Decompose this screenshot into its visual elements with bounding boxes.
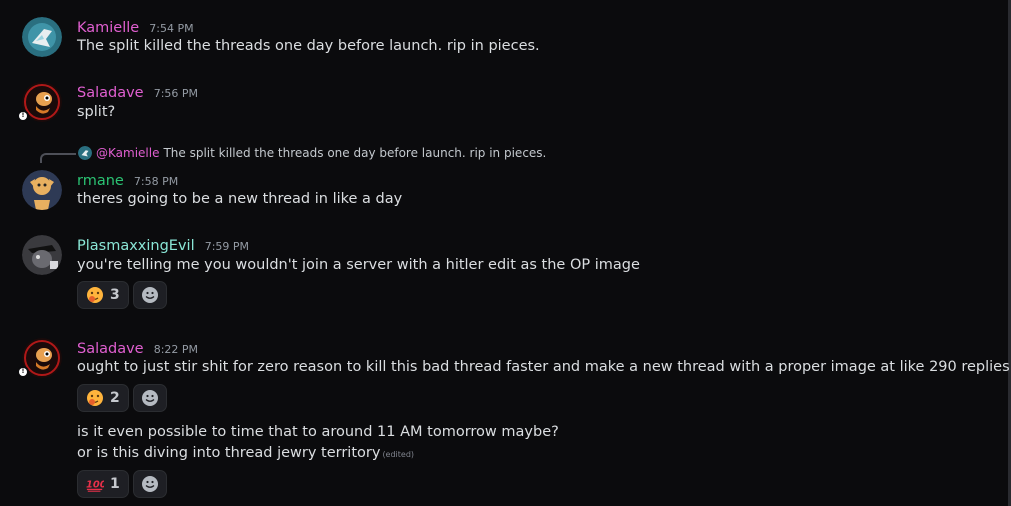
message-text: or is this diving into thread jewry terr… <box>77 445 381 461</box>
smiley-icon <box>141 390 158 406</box>
avatar-rmane-icon <box>22 170 62 210</box>
message-text: is it even possible to time that to arou… <box>77 424 559 440</box>
reaction-button[interactable]: 3 <box>77 281 129 309</box>
username[interactable]: Saladave <box>77 85 144 101</box>
reply-connector <box>40 153 76 163</box>
reaction-button[interactable]: 2 <box>77 384 129 412</box>
message-text: The split killed the threads one day bef… <box>77 38 540 54</box>
reply-username[interactable]: @Kamielle <box>96 146 159 160</box>
username[interactable]: PlasmaxxingEvil <box>77 238 195 254</box>
thinking-emoji-icon <box>86 389 104 407</box>
smiley-icon <box>141 287 158 303</box>
message-text: ought to just stir shit for zero reason … <box>77 359 1010 375</box>
avatar-kamielle-icon <box>22 17 62 57</box>
reaction-button[interactable]: 100 1 <box>77 470 129 498</box>
hundred-points-emoji-icon: 100 <box>86 475 104 493</box>
reply-avatar-icon <box>78 146 92 160</box>
timestamp: 7:56 PM <box>153 87 199 100</box>
timestamp: 7:59 PM <box>204 240 250 253</box>
avatar[interactable] <box>22 17 62 57</box>
reaction-count: 1 <box>110 476 120 492</box>
edited-label: (edited) <box>382 450 415 459</box>
username[interactable]: Kamielle <box>77 20 139 36</box>
reply-preview[interactable]: @Kamielle The split killed the threads o… <box>78 146 546 160</box>
add-reaction-button[interactable] <box>132 281 167 309</box>
message-text: you're telling me you wouldn't join a se… <box>77 257 640 273</box>
status-icon: ! <box>17 366 29 378</box>
reply-text[interactable]: The split killed the threads one day bef… <box>163 146 546 160</box>
message-text-line-2: or is this diving into thread jewry terr… <box>77 445 414 461</box>
smiley-icon <box>141 476 158 492</box>
thinking-emoji-icon <box>86 286 104 304</box>
timestamp: 8:22 PM <box>153 343 199 356</box>
avatar-plasmaxxing-icon <box>22 235 62 275</box>
message-text: theres going to be a new thread in like … <box>77 191 403 207</box>
avatar[interactable] <box>22 170 62 210</box>
avatar[interactable] <box>22 235 62 275</box>
add-reaction-button[interactable] <box>132 384 167 412</box>
message-text: split? <box>77 104 116 120</box>
timestamp: 7:54 PM <box>149 22 194 35</box>
status-icon: ! <box>17 110 29 122</box>
reaction-count: 3 <box>110 287 120 303</box>
username[interactable]: rmane <box>77 173 124 189</box>
username[interactable]: Saladave <box>77 341 144 357</box>
timestamp: 7:58 PM <box>133 175 179 188</box>
add-reaction-button[interactable] <box>132 470 167 498</box>
reaction-count: 2 <box>110 390 120 406</box>
